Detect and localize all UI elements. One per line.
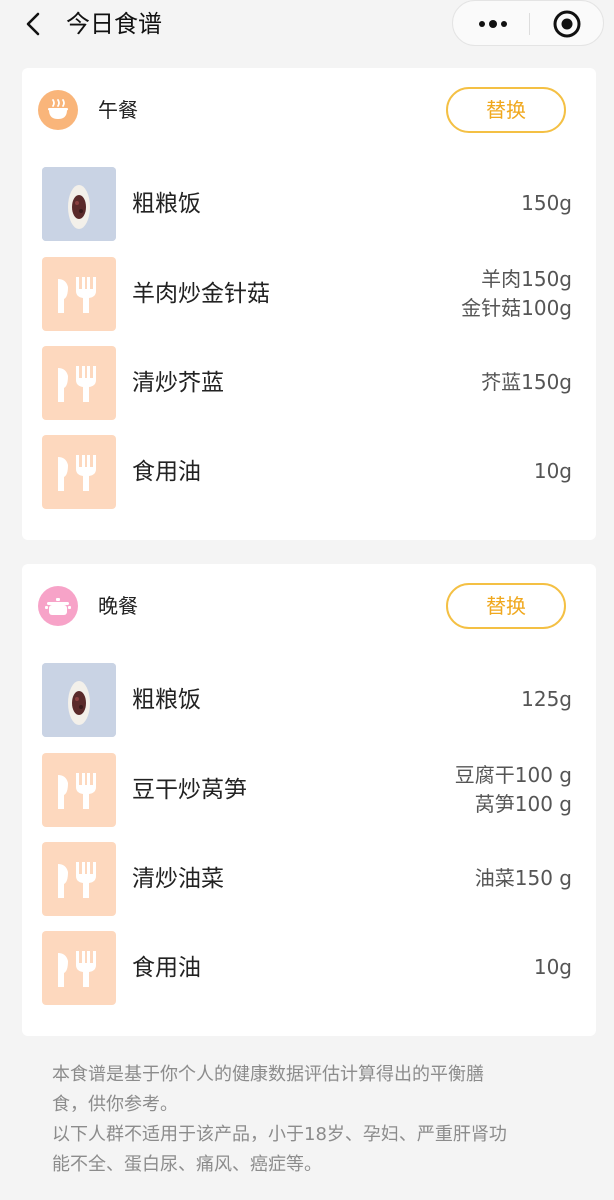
dish-amount: 金针菇100g	[461, 296, 572, 320]
dish-row[interactable]: 豆干炒莴笋 豆腐干100 g 莴笋100 g	[22, 753, 596, 827]
swap-button[interactable]: 替换	[446, 583, 566, 629]
dish-name: 粗粮饭	[132, 191, 201, 217]
dish-amount: 10g	[533, 955, 572, 979]
dish-amount: 芥蓝150g	[481, 370, 572, 394]
food-photo	[42, 663, 116, 737]
disclaimer-line: 以下人群不适用于该产品，小于18岁、孕妇、严重肝肾功	[52, 1124, 507, 1145]
dinner-card: 晚餐 替换 粗粮饭 125g 豆干炒莴笋 豆腐干100 g 莴笋100 g 清炒…	[22, 564, 596, 1036]
dish-amount: 油菜150 g	[474, 866, 572, 890]
cutlery-icon	[42, 842, 116, 916]
food-photo	[42, 167, 116, 241]
disclaimer-line: 本食谱是基于你个人的健康数据评估计算得出的平衡膳	[52, 1064, 484, 1085]
target-circle-icon[interactable]	[551, 8, 583, 40]
top-nav: 今日食谱	[0, 0, 614, 50]
dish-name: 清炒油菜	[132, 866, 224, 892]
meal-header: 午餐 替换	[22, 68, 596, 154]
disclaimer-text: 本食谱是基于你个人的健康数据评估计算得出的平衡膳 食，供你参考。 以下人群不适用…	[52, 1060, 572, 1180]
dish-row[interactable]: 粗粮饭 150g	[22, 167, 596, 241]
rice-bowl-icon	[38, 90, 78, 130]
capsule-divider	[529, 13, 530, 35]
dish-amount: 豆腐干100 g	[454, 763, 572, 787]
cutlery-icon	[42, 257, 116, 331]
back-arrow-icon[interactable]	[18, 8, 50, 40]
dish-name: 羊肉炒金针菇	[132, 281, 270, 307]
meal-title: 晚餐	[98, 594, 138, 618]
dish-amount: 羊肉150g	[481, 267, 572, 291]
dish-row[interactable]: 清炒芥蓝 芥蓝150g	[22, 346, 596, 420]
meal-title: 午餐	[98, 98, 138, 122]
swap-button[interactable]: 替换	[446, 87, 566, 133]
cutlery-icon	[42, 435, 116, 509]
disclaimer-line: 食，供你参考。	[52, 1094, 178, 1115]
dish-name: 食用油	[132, 459, 201, 485]
mini-program-capsule	[452, 0, 604, 46]
dish-amount: 150g	[521, 191, 572, 215]
dish-row[interactable]: 清炒油菜 油菜150 g	[22, 842, 596, 916]
dish-row[interactable]: 食用油 10g	[22, 931, 596, 1005]
dish-amount: 125g	[521, 687, 572, 711]
dish-name: 粗粮饭	[132, 687, 201, 713]
cutlery-icon	[42, 753, 116, 827]
dish-row[interactable]: 粗粮饭 125g	[22, 663, 596, 737]
cutlery-icon	[42, 931, 116, 1005]
dish-name: 豆干炒莴笋	[132, 777, 247, 803]
dish-amount: 莴笋100 g	[474, 792, 572, 816]
dish-name: 食用油	[132, 955, 201, 981]
cooking-pot-icon	[38, 586, 78, 626]
cutlery-icon	[42, 346, 116, 420]
dish-row[interactable]: 羊肉炒金针菇 羊肉150g 金针菇100g	[22, 257, 596, 331]
lunch-card: 午餐 替换 粗粮饭 150g 羊肉炒金针菇 羊肉150g 金针菇100g 清炒芥…	[22, 68, 596, 540]
meal-header: 晚餐 替换	[22, 564, 596, 650]
disclaimer-line: 能不全、蛋白尿、痛风、癌症等。	[52, 1154, 322, 1175]
dish-row[interactable]: 食用油 10g	[22, 435, 596, 509]
dish-amount: 10g	[533, 459, 572, 483]
more-dots-icon[interactable]	[473, 15, 513, 33]
dish-name: 清炒芥蓝	[132, 370, 224, 396]
page-title: 今日食谱	[66, 10, 162, 38]
